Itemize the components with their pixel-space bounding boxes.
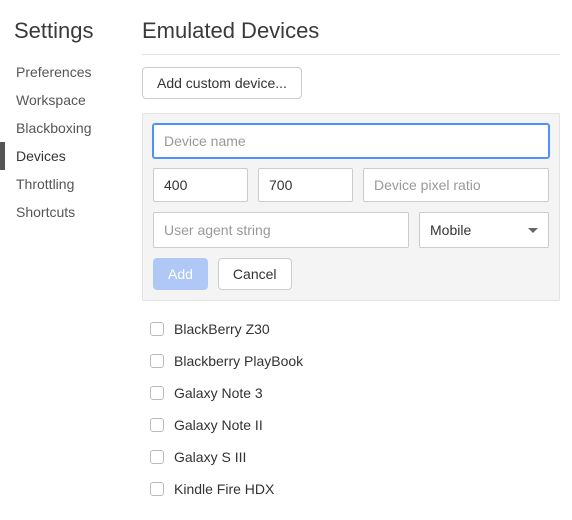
device-list-item[interactable]: Galaxy S III [146,441,556,473]
sidebar-item-devices[interactable]: Devices [14,142,124,170]
device-label: Blackberry PlayBook [174,353,303,369]
add-custom-device-button[interactable]: Add custom device... [142,67,302,99]
checkbox-icon[interactable] [150,386,164,400]
device-label: Galaxy S III [174,449,246,465]
sidebar-item-blackboxing[interactable]: Blackboxing [14,114,124,142]
device-label: Kindle Fire HDX [174,481,274,497]
height-input[interactable] [258,168,353,202]
cancel-button[interactable]: Cancel [218,258,292,290]
device-pixel-ratio-input[interactable] [363,168,549,202]
width-input[interactable] [153,168,248,202]
settings-sidebar: Settings PreferencesWorkspaceBlackboxing… [0,0,124,520]
checkbox-icon[interactable] [150,450,164,464]
sidebar-item-shortcuts[interactable]: Shortcuts [14,198,124,226]
add-button[interactable]: Add [153,258,208,290]
checkbox-icon[interactable] [150,322,164,336]
sidebar-item-workspace[interactable]: Workspace [14,86,124,114]
page-title: Emulated Devices [142,18,560,44]
device-name-input[interactable] [153,124,549,158]
device-list: BlackBerry Z30 Blackberry PlayBook Galaxy … [142,313,560,505]
device-list-item[interactable]: Galaxy Note II [146,409,556,441]
checkbox-icon[interactable] [150,482,164,496]
custom-device-form: Mobile Add Cancel [142,113,560,301]
device-label: Galaxy Note 3 [174,385,263,401]
device-label: Galaxy Note II [174,417,263,433]
chevron-down-icon [528,228,538,233]
device-list-item[interactable]: Kindle Fire HDX [146,473,556,505]
device-list-item[interactable]: Galaxy Note 3 [146,377,556,409]
device-type-selected-label: Mobile [430,222,528,238]
device-list-item[interactable]: BlackBerry Z30 [146,313,556,345]
main-panel: Emulated Devices Add custom device... Mo… [124,0,572,520]
device-list-item[interactable]: Blackberry PlayBook [146,345,556,377]
sidebar-item-preferences[interactable]: Preferences [14,58,124,86]
device-label: BlackBerry Z30 [174,321,270,337]
sidebar-title: Settings [14,18,124,44]
divider [142,54,560,55]
checkbox-icon[interactable] [150,418,164,432]
checkbox-icon[interactable] [150,354,164,368]
user-agent-input[interactable] [153,212,409,248]
device-type-select[interactable]: Mobile [419,212,549,248]
sidebar-item-throttling[interactable]: Throttling [14,170,124,198]
